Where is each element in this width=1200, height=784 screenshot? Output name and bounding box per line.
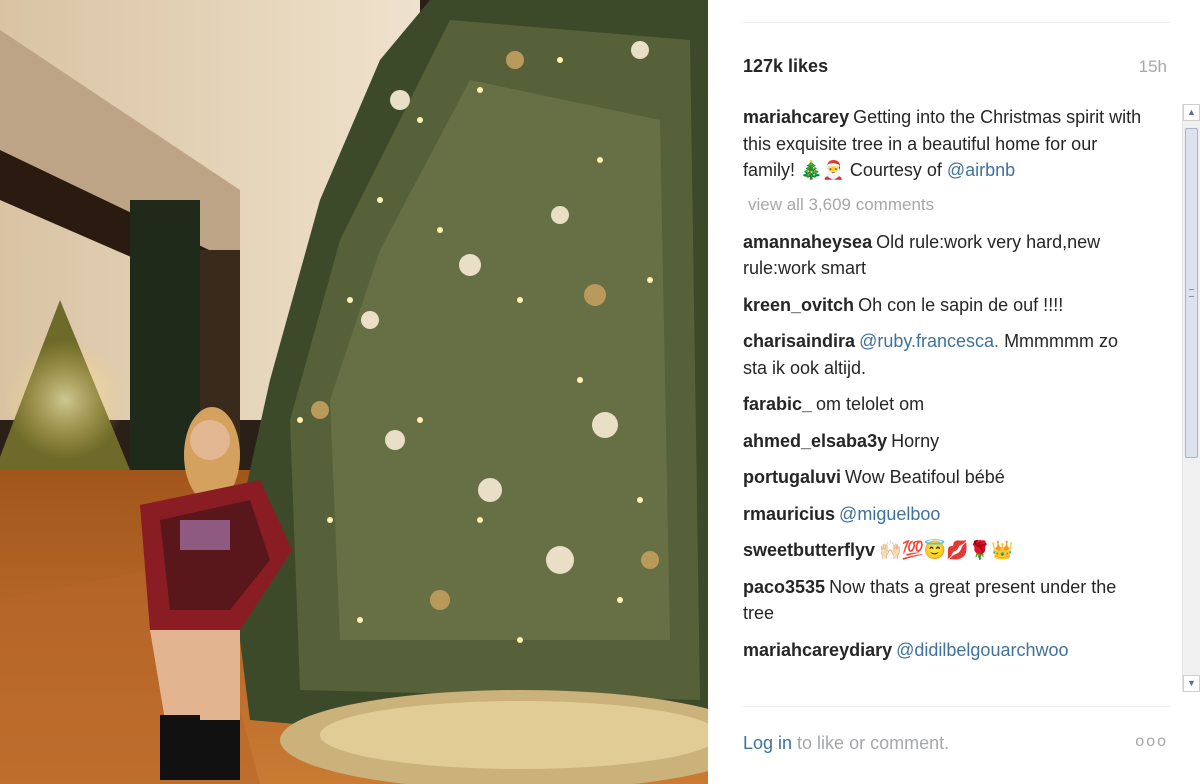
comment-item: sweetbutterflyv 🙌🏻💯😇💋🌹👑	[743, 537, 1143, 564]
post-details-panel: 127k likes 15h mariahcarey Getting into t…	[708, 0, 1200, 784]
scroll-up-arrow-icon[interactable]: ▲	[1183, 104, 1200, 121]
comment-username[interactable]: paco3535	[743, 577, 825, 597]
post-photo	[0, 0, 708, 784]
comment-text: Horny	[891, 430, 940, 451]
comment-username[interactable]: charisaindira	[743, 331, 855, 351]
comment-item: ahmed_elsaba3y Horny	[743, 428, 1143, 455]
login-prompt: Log in to like or comment.	[743, 733, 949, 754]
comment-username[interactable]: portugaluvi	[743, 467, 841, 487]
comment-text: Oh con le sapin de ouf !!!!	[858, 294, 1064, 315]
comment-username[interactable]: mariahcareydiary	[743, 640, 892, 660]
comment-username[interactable]: rmauricius	[743, 504, 835, 524]
post-caption: mariahcarey Getting into the Christmas sp…	[743, 104, 1143, 184]
comment-item: portugaluvi Wow Beatifoul bébé	[743, 464, 1143, 491]
comment-mention[interactable]: @didilbelgouarchwoo	[896, 640, 1068, 660]
comment-item: mariahcareydiary @didilbelgouarchwoo	[743, 637, 1143, 664]
top-divider	[743, 22, 1170, 23]
scrollbar-grip-icon	[1189, 289, 1194, 297]
christmas-tree-photo	[0, 0, 708, 784]
scrollbar-thumb[interactable]	[1185, 128, 1198, 458]
comment-item: farabic_ om telolet om	[743, 391, 1143, 418]
bottom-divider	[743, 706, 1170, 707]
login-prompt-text: to like or comment.	[792, 733, 950, 753]
post-time[interactable]: 15h	[1139, 57, 1167, 77]
comment-username[interactable]: amannaheysea	[743, 232, 872, 252]
comment-item: kreen_ovitch Oh con le sapin de ouf !!!!	[743, 292, 1143, 319]
likes-count[interactable]: 127k likes	[743, 56, 828, 77]
more-options-icon[interactable]: ooo	[1135, 733, 1168, 751]
comment-username[interactable]: farabic_	[743, 394, 812, 414]
comments-scrollbar[interactable]: ▲ ▼	[1182, 104, 1200, 692]
view-all-comments-link[interactable]: view all 3,609 comments	[748, 193, 1183, 217]
scroll-down-arrow-icon[interactable]: ▼	[1183, 675, 1200, 692]
caption-mention[interactable]: @airbnb	[947, 160, 1015, 180]
comment-item: charisaindira @ruby.francesca. Mmmmmm zo …	[743, 328, 1143, 381]
comment-text: 🙌🏻💯😇💋🌹👑	[879, 540, 1014, 560]
comment-text: om telolet om	[816, 394, 925, 414]
comment-item: rmauricius @miguelboo	[743, 501, 1143, 528]
comments-list[interactable]: mariahcarey Getting into the Christmas sp…	[743, 104, 1183, 692]
comment-mention[interactable]: @miguelboo	[839, 504, 940, 524]
comment-item: amannaheysea Old rule:work very hard,new …	[743, 229, 1143, 282]
comment-username[interactable]: kreen_ovitch	[743, 295, 854, 315]
caption-username[interactable]: mariahcarey	[743, 107, 849, 127]
comment-item: paco3535 Now thats a great present under …	[743, 574, 1143, 627]
comment-username[interactable]: sweetbutterflyv	[743, 540, 875, 560]
comment-text: Wow Beatifoul bébé	[845, 467, 1005, 487]
comment-mention[interactable]: @ruby.francesca.	[859, 331, 999, 351]
login-link[interactable]: Log in	[743, 733, 792, 753]
comment-username[interactable]: ahmed_elsaba3y	[743, 431, 887, 451]
